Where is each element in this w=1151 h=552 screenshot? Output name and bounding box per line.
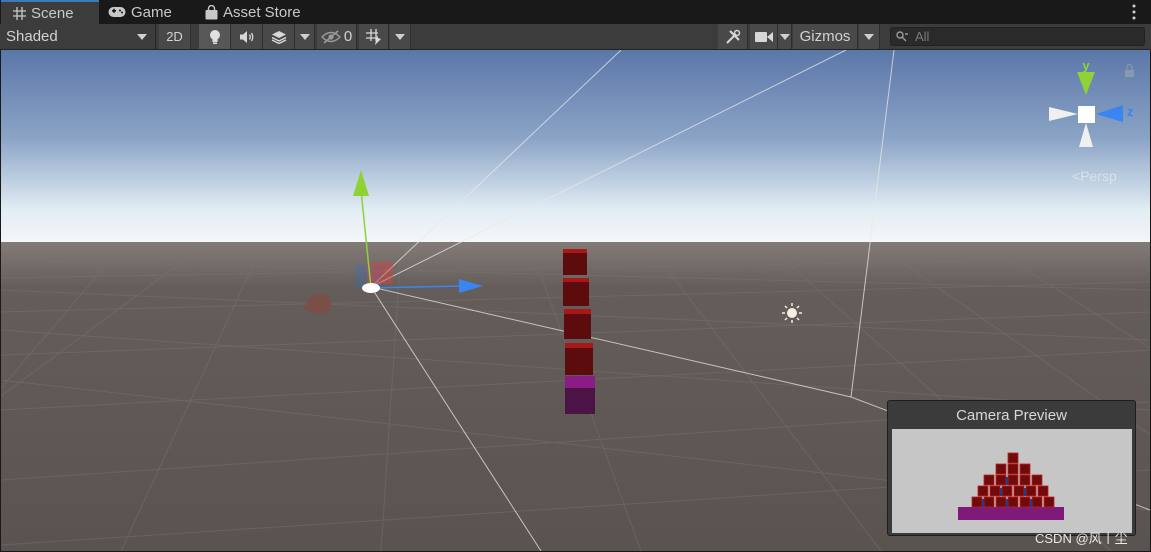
chevron-down-icon bbox=[864, 33, 874, 40]
camera-icon bbox=[754, 31, 773, 42]
effects-icon bbox=[271, 30, 286, 44]
cube-top bbox=[563, 249, 587, 253]
preview-pyramid bbox=[971, 452, 1055, 508]
draw-mode-dropdown[interactable]: Shaded bbox=[0, 24, 155, 49]
chevron-down-icon bbox=[395, 33, 405, 40]
tab-game-label: Game bbox=[131, 3, 172, 21]
tab-asset-store-label: Asset Store bbox=[223, 3, 301, 21]
tools-icon bbox=[725, 29, 740, 44]
projection-toggle[interactable]: <Persp bbox=[1072, 168, 1117, 184]
projection-arrow-icon: < bbox=[1072, 168, 1081, 184]
grid-snap-button[interactable] bbox=[359, 24, 389, 49]
toggle-2d-button[interactable]: 2D bbox=[159, 24, 191, 49]
cube-top bbox=[565, 343, 593, 348]
camera-preview-image bbox=[892, 429, 1132, 533]
tab-asset-store[interactable]: Asset Store bbox=[205, 0, 325, 24]
hidden-object-count: 0 bbox=[343, 28, 353, 45]
preview-base bbox=[958, 507, 1064, 520]
gizmo-center-handle[interactable] bbox=[362, 283, 380, 293]
editor-tab-bar: Scene Game Asset Store bbox=[0, 0, 1151, 25]
gizmos-dropdown[interactable] bbox=[859, 24, 880, 49]
draw-mode-value: Shaded bbox=[6, 28, 58, 45]
camera-preview-panel: Camera Preview bbox=[887, 400, 1136, 536]
light-bulb-icon bbox=[209, 29, 220, 44]
hierarchy-search-field[interactable] bbox=[890, 27, 1145, 46]
gizmos-button[interactable]: Gizmos bbox=[793, 24, 858, 49]
tab-scene-label: Scene bbox=[31, 4, 74, 22]
scene-visibility-button[interactable]: 0 bbox=[317, 24, 357, 49]
tab-game[interactable]: Game bbox=[108, 0, 198, 24]
audio-icon bbox=[239, 30, 253, 43]
sun-icon[interactable] bbox=[782, 303, 802, 323]
search-icon bbox=[896, 31, 908, 42]
chevron-down-icon bbox=[137, 33, 147, 40]
tab-scene[interactable]: Scene bbox=[1, 0, 99, 24]
toggle-2d-label: 2D bbox=[166, 29, 183, 44]
visibility-icon bbox=[320, 29, 341, 44]
effects-toggle-button[interactable] bbox=[263, 24, 295, 49]
kebab-menu-icon[interactable] bbox=[1127, 3, 1141, 21]
gamepad-icon bbox=[108, 7, 126, 17]
cube-top bbox=[564, 309, 591, 314]
toolbar-divider bbox=[155, 24, 156, 49]
grid-dropdown[interactable] bbox=[390, 24, 411, 49]
lighting-toggle-button[interactable] bbox=[199, 24, 231, 49]
cube-top bbox=[563, 278, 589, 282]
camera-preview-title: Camera Preview bbox=[956, 407, 1067, 424]
grid-icon bbox=[13, 6, 26, 20]
sky bbox=[1, 50, 1150, 245]
gizmo-label-z: z bbox=[1127, 104, 1134, 119]
effects-dropdown[interactable] bbox=[295, 24, 315, 49]
gizmo-center-cube[interactable] bbox=[1078, 106, 1095, 123]
gizmo-label-y: y bbox=[1082, 58, 1090, 73]
search-input[interactable] bbox=[915, 29, 1135, 44]
base-block-top bbox=[565, 376, 595, 388]
cube[interactable] bbox=[563, 278, 589, 306]
shopping-bag-icon bbox=[205, 4, 218, 19]
gizmos-label: Gizmos bbox=[799, 28, 851, 45]
audio-toggle-button[interactable] bbox=[231, 24, 263, 49]
chevron-down-icon bbox=[779, 33, 790, 40]
grid-snap-icon bbox=[365, 28, 381, 45]
chevron-down-icon bbox=[299, 33, 310, 40]
scene-tools-button[interactable] bbox=[718, 24, 748, 49]
camera-settings-button[interactable] bbox=[750, 24, 778, 49]
camera-dropdown[interactable] bbox=[778, 24, 792, 49]
watermark-text: CSDN @风丨尘 bbox=[1035, 531, 1128, 546]
projection-label: Persp bbox=[1080, 168, 1117, 184]
preview-render bbox=[958, 452, 1064, 520]
camera-far-point bbox=[870, 221, 875, 226]
